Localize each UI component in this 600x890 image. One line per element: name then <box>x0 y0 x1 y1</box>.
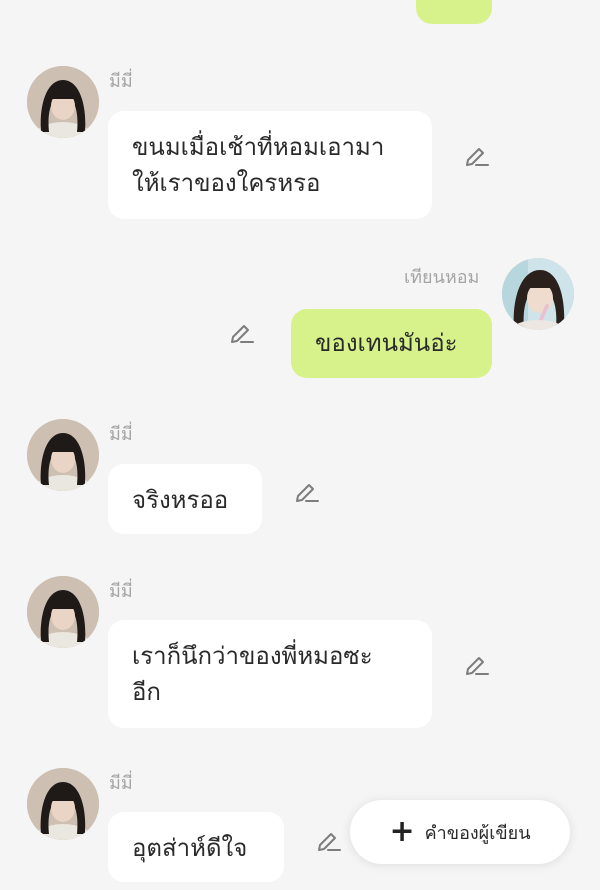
message-text: ของเทนมันอ่ะ <box>315 329 458 357</box>
edit-icon[interactable] <box>462 650 490 678</box>
avatar[interactable] <box>27 419 99 491</box>
pencil-icon <box>318 833 341 851</box>
edit-icon[interactable] <box>227 318 255 346</box>
pencil-icon <box>466 657 489 675</box>
pencil-icon <box>296 484 319 502</box>
message-bubble: จริงหรออ <box>108 464 262 534</box>
avatar[interactable] <box>27 66 99 138</box>
message-text: อุตส่าห์ดีใจ <box>132 834 248 862</box>
pencil-icon <box>231 325 254 343</box>
sender-name: มีมี่ <box>109 773 133 794</box>
message-bubble: ขนมเมื่อเช้าที่หอมเอามา ให้เราของใครหรอ <box>108 111 432 219</box>
pencil-icon <box>466 148 489 166</box>
avatar-photo <box>502 258 574 330</box>
message-bubble: อุตส่าห์ดีใจ <box>108 812 284 882</box>
author-note-label: คำของผู้เขียน <box>424 822 531 844</box>
message-bubble: เราก็นึกว่าของพี่หมอซะ อีก <box>108 620 432 728</box>
avatar-photo <box>27 768 99 840</box>
avatar[interactable] <box>502 258 574 330</box>
avatar-photo <box>27 419 99 491</box>
sender-name: มีมี่ <box>109 424 133 445</box>
sender-name: มีมี่ <box>109 581 133 602</box>
sender-name: เทียนหอม <box>404 267 480 288</box>
message-text: เราก็นึกว่าของพี่หมอซะ อีก <box>132 642 373 706</box>
avatar-photo <box>27 576 99 648</box>
chat-screen: มีมี่ ขนมเมื่อเช้าที่หอมเอามา ให้เราของใ… <box>0 0 600 890</box>
plus-icon: + <box>389 814 415 849</box>
message-text: จริงหรออ <box>132 486 229 514</box>
avatar[interactable] <box>27 576 99 648</box>
avatar-photo <box>27 66 99 138</box>
avatar[interactable] <box>27 768 99 840</box>
message-text: ขนมเมื่อเช้าที่หอมเอามา ให้เราของใครหรอ <box>132 133 385 197</box>
message-bubble-partial <box>416 0 492 24</box>
edit-icon[interactable] <box>314 826 342 854</box>
edit-icon[interactable] <box>462 141 490 169</box>
edit-icon[interactable] <box>292 477 320 505</box>
message-bubble: ของเทนมันอ่ะ <box>291 309 492 378</box>
author-note-button[interactable]: + คำของผู้เขียน <box>350 800 570 864</box>
sender-name: มีมี่ <box>109 71 133 92</box>
